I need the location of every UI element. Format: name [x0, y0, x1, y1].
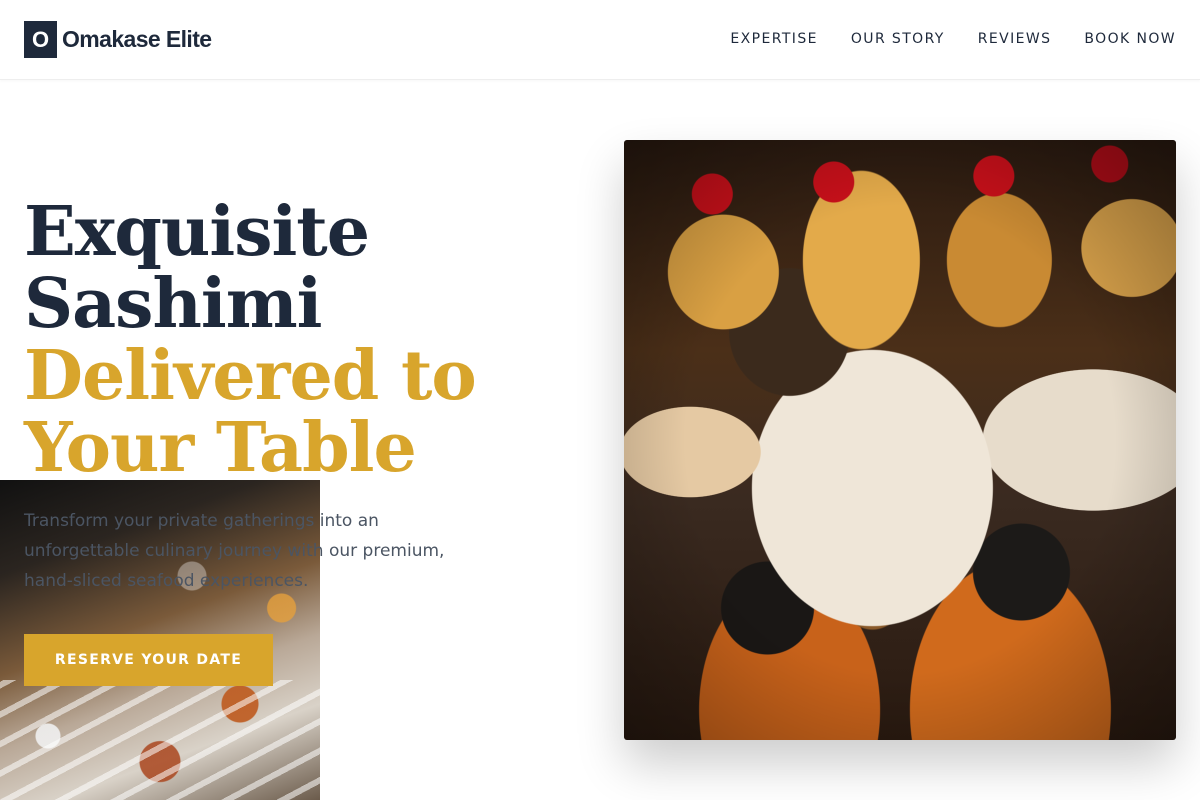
site-header: O Omakase Elite EXPERTISE OUR STORY REVI… — [0, 0, 1200, 80]
hero-title-line-4: Your Table — [24, 408, 417, 488]
hero-subtitle: Transform your private gatherings into a… — [24, 511, 445, 591]
hero-title-line-1: Exquisite — [24, 192, 370, 272]
hero-title-line-3: Delivered to — [24, 336, 477, 416]
brand-name: Omakase Elite — [62, 26, 212, 52]
logo-mark-icon: O — [24, 21, 57, 58]
nav-link-book-now[interactable]: BOOK NOW — [1084, 31, 1176, 47]
nav-link-our-story[interactable]: OUR STORY — [851, 31, 945, 47]
sushi-platter-photo — [624, 140, 1176, 740]
reserve-date-button[interactable]: RESERVE YOUR DATE — [24, 634, 273, 686]
nav-link-expertise[interactable]: EXPERTISE — [730, 31, 817, 47]
nav-link-reviews[interactable]: REVIEWS — [978, 31, 1052, 47]
brand-logo[interactable]: O Omakase Elite — [24, 21, 212, 58]
hero-title: Exquisite Sashimi Delivered to Your Tabl… — [24, 196, 544, 484]
main-nav: EXPERTISE OUR STORY REVIEWS BOOK NOW — [697, 31, 1176, 47]
hero-title-line-2: Sashimi — [24, 264, 323, 344]
